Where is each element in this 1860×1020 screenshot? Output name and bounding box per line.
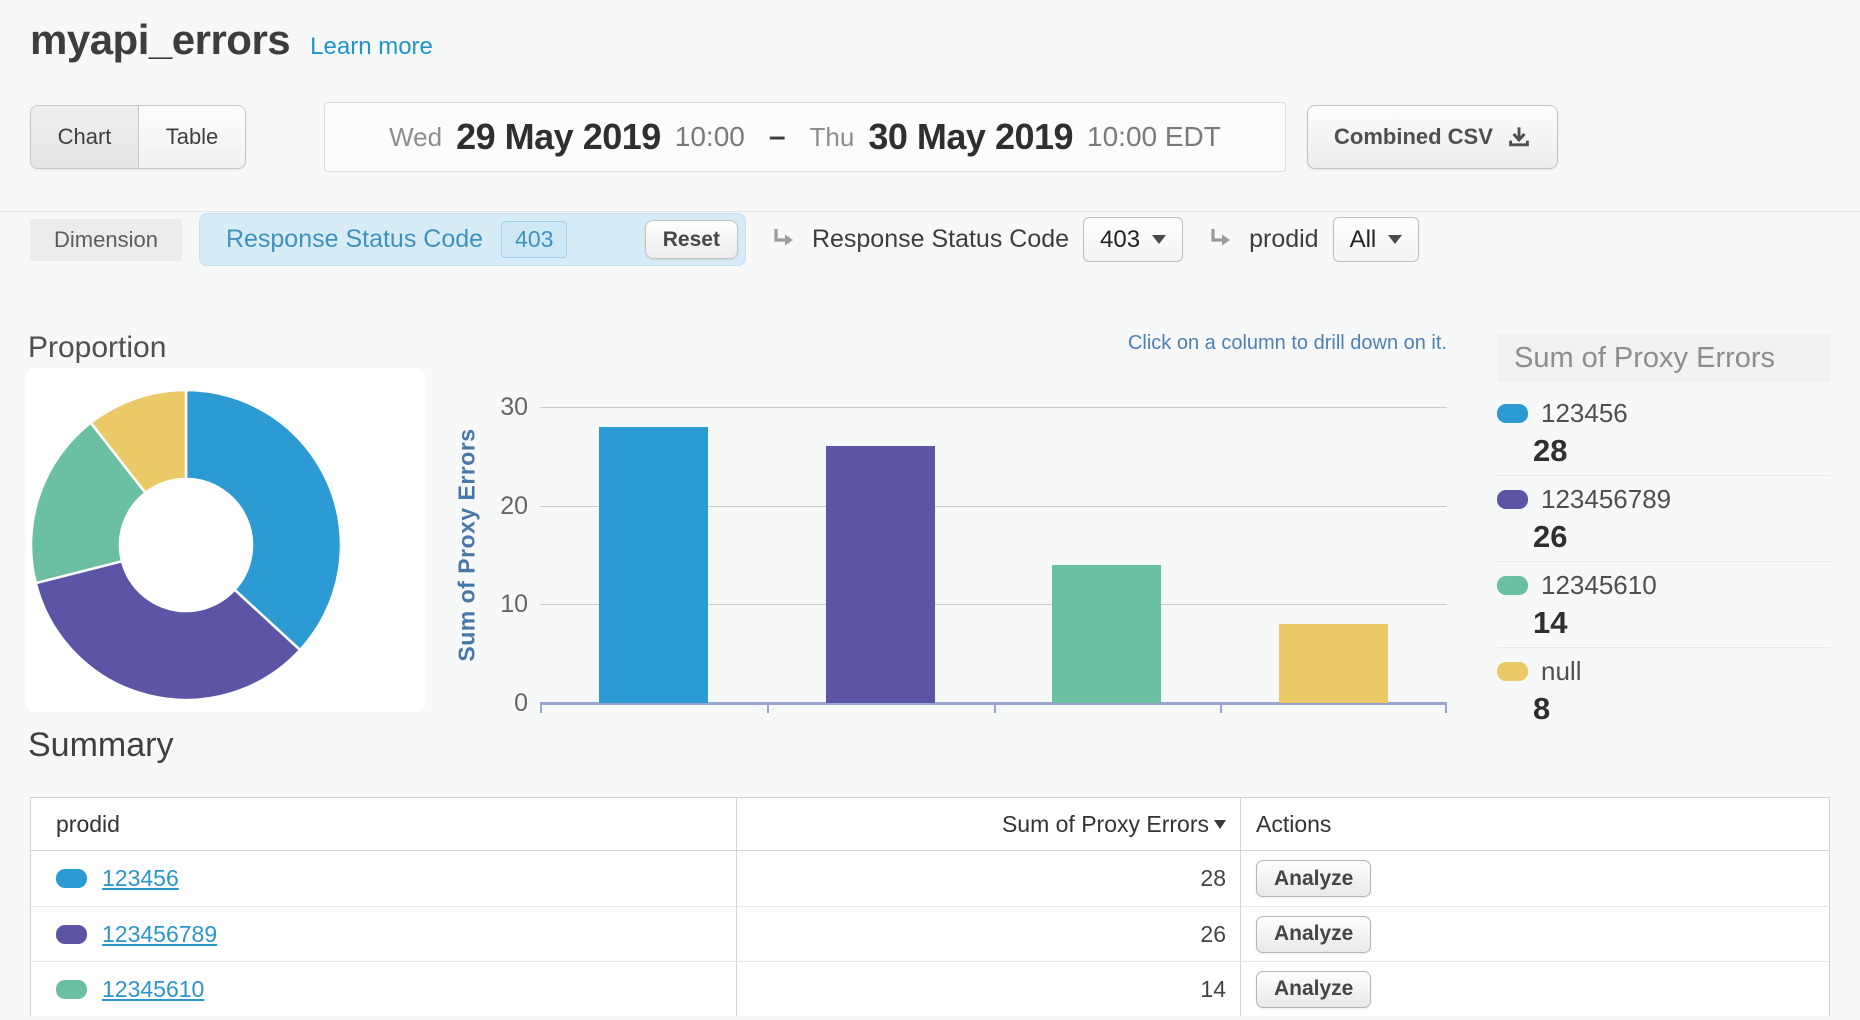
prodid-value: All — [1350, 226, 1377, 254]
legend-label: 123456 — [1541, 398, 1628, 429]
summary-table-header: prodid Sum of Proxy Errors Actions — [31, 798, 1829, 851]
active-filter-chip[interactable]: Response Status Code 403 Reset — [199, 213, 746, 266]
start-day: Wed — [389, 122, 442, 153]
legend-swatch — [1497, 576, 1528, 595]
y-tick-label-30: 30 — [430, 392, 528, 422]
legend-value: 14 — [1533, 605, 1830, 641]
bar-123456[interactable] — [599, 427, 708, 703]
prodid-link-123456[interactable]: 123456 — [102, 865, 179, 892]
gridline-30 — [540, 407, 1447, 408]
end-day: Thu — [810, 122, 855, 153]
legend-swatch — [1497, 662, 1528, 681]
row-swatch — [56, 925, 87, 944]
column-header-prodid[interactable]: prodid — [31, 798, 736, 850]
legend-title: Sum of Proxy Errors — [1497, 334, 1830, 382]
chart-view-button[interactable]: Chart — [31, 106, 138, 168]
filter-bar: Dimension Response Status Code 403 Reset… — [30, 213, 1419, 266]
combined-csv-label: Combined CSV — [1334, 124, 1493, 150]
summary-heading: Summary — [28, 726, 173, 765]
legend-value: 8 — [1533, 691, 1830, 727]
divider — [0, 211, 1860, 212]
dashboard-page: myapi_errors Learn more Chart Table Wed … — [0, 0, 1860, 1020]
reset-button[interactable]: Reset — [645, 220, 738, 259]
x-axis-tick — [540, 704, 542, 713]
page-header: myapi_errors Learn more — [30, 16, 433, 64]
drilldown-hint: Click on a column to drill down on it. — [947, 332, 1447, 355]
legend-swatch — [1497, 404, 1528, 423]
legend-item-null: null 8 — [1497, 648, 1830, 733]
legend-item-123456: 123456 28 — [1497, 390, 1830, 476]
date-range-picker[interactable]: Wed 29 May 2019 10:00 – Thu 30 May 2019 … — [324, 102, 1286, 172]
row-swatch — [56, 869, 87, 888]
bar-chart-y-axis-label: Sum of Proxy Errors — [454, 428, 481, 661]
column-header-sum-of-proxy-errors[interactable]: Sum of Proxy Errors — [736, 798, 1240, 850]
bar-chart-plot-area — [540, 407, 1447, 703]
table-row: 123456 28 Analyze — [31, 851, 1829, 906]
summary-table: prodid Sum of Proxy Errors Actions 12345… — [30, 797, 1830, 1016]
start-time: 10:00 — [675, 121, 745, 153]
prodid-link-12345610[interactable]: 12345610 — [102, 976, 204, 1003]
bar-12345610[interactable] — [1052, 565, 1161, 703]
legend-label: null — [1541, 656, 1581, 687]
drilldown-label-response-status-code: Response Status Code — [812, 225, 1069, 254]
x-axis-tick — [1445, 704, 1447, 713]
start-date: 29 May 2019 — [456, 116, 661, 158]
response-status-code-dropdown[interactable]: 403 — [1083, 217, 1183, 262]
legend-value: 28 — [1533, 433, 1830, 469]
chevron-down-icon — [1152, 235, 1166, 244]
bar-null[interactable] — [1279, 624, 1388, 703]
bar-123456789[interactable] — [826, 446, 935, 703]
end-time: 10:00 EDT — [1087, 121, 1221, 153]
drilldown-label-prodid: prodid — [1249, 225, 1319, 254]
x-axis-tick — [1220, 704, 1222, 713]
prodid-dropdown[interactable]: All — [1333, 217, 1420, 262]
sum-of-proxy-errors-value: 26 — [1200, 921, 1226, 948]
legend-label: 12345610 — [1541, 570, 1657, 601]
proportion-title: Proportion — [28, 331, 166, 365]
prodid-link-123456789[interactable]: 123456789 — [102, 921, 217, 948]
sort-descending-icon — [1214, 820, 1226, 829]
sum-of-proxy-errors-value: 14 — [1200, 976, 1226, 1003]
download-icon — [1507, 125, 1531, 149]
analyze-button-123456789[interactable]: Analyze — [1256, 916, 1371, 953]
view-toggle: Chart Table — [30, 105, 246, 169]
table-view-button[interactable]: Table — [138, 106, 245, 168]
legend-item-12345610: 12345610 14 — [1497, 562, 1830, 648]
y-tick-label-10: 10 — [430, 589, 528, 619]
toolbar: Chart Table Wed 29 May 2019 10:00 – Thu … — [30, 102, 1558, 172]
filter-chip-label: Response Status Code — [226, 225, 483, 254]
bar-chart-legend: Sum of Proxy Errors 12345628123456789261… — [1497, 334, 1830, 733]
x-axis-tick — [767, 704, 769, 713]
drilldown-arrow-icon — [768, 225, 798, 255]
legend-value: 26 — [1533, 519, 1830, 555]
x-axis-tick — [994, 704, 996, 713]
table-row: 12345610 14 Analyze — [31, 961, 1829, 1016]
y-tick-label-20: 20 — [430, 491, 528, 521]
drilldown-arrow-icon — [1205, 225, 1235, 255]
column-header-actions: Actions — [1240, 798, 1829, 850]
combined-csv-button[interactable]: Combined CSV — [1307, 105, 1558, 169]
page-title: myapi_errors — [30, 16, 290, 64]
row-swatch — [56, 980, 87, 999]
proportion-donut-card — [26, 368, 425, 712]
dimension-label: Dimension — [30, 219, 182, 261]
learn-more-link[interactable]: Learn more — [310, 33, 433, 61]
y-tick-label-0: 0 — [430, 688, 528, 718]
filter-chip-value-badge: 403 — [501, 221, 567, 258]
sum-of-proxy-errors-value: 28 — [1200, 865, 1226, 892]
chevron-down-icon — [1388, 235, 1402, 244]
donut-chart[interactable] — [26, 368, 425, 712]
table-row: 123456789 26 Analyze — [31, 906, 1829, 961]
analyze-button-123456[interactable]: Analyze — [1256, 860, 1371, 897]
end-date: 30 May 2019 — [868, 116, 1073, 158]
legend-swatch — [1497, 490, 1528, 509]
analyze-button-12345610[interactable]: Analyze — [1256, 971, 1371, 1008]
legend-item-123456789: 123456789 26 — [1497, 476, 1830, 562]
response-status-code-value: 403 — [1100, 226, 1140, 254]
legend-label: 123456789 — [1541, 484, 1671, 515]
date-range-separator: – — [769, 120, 786, 154]
